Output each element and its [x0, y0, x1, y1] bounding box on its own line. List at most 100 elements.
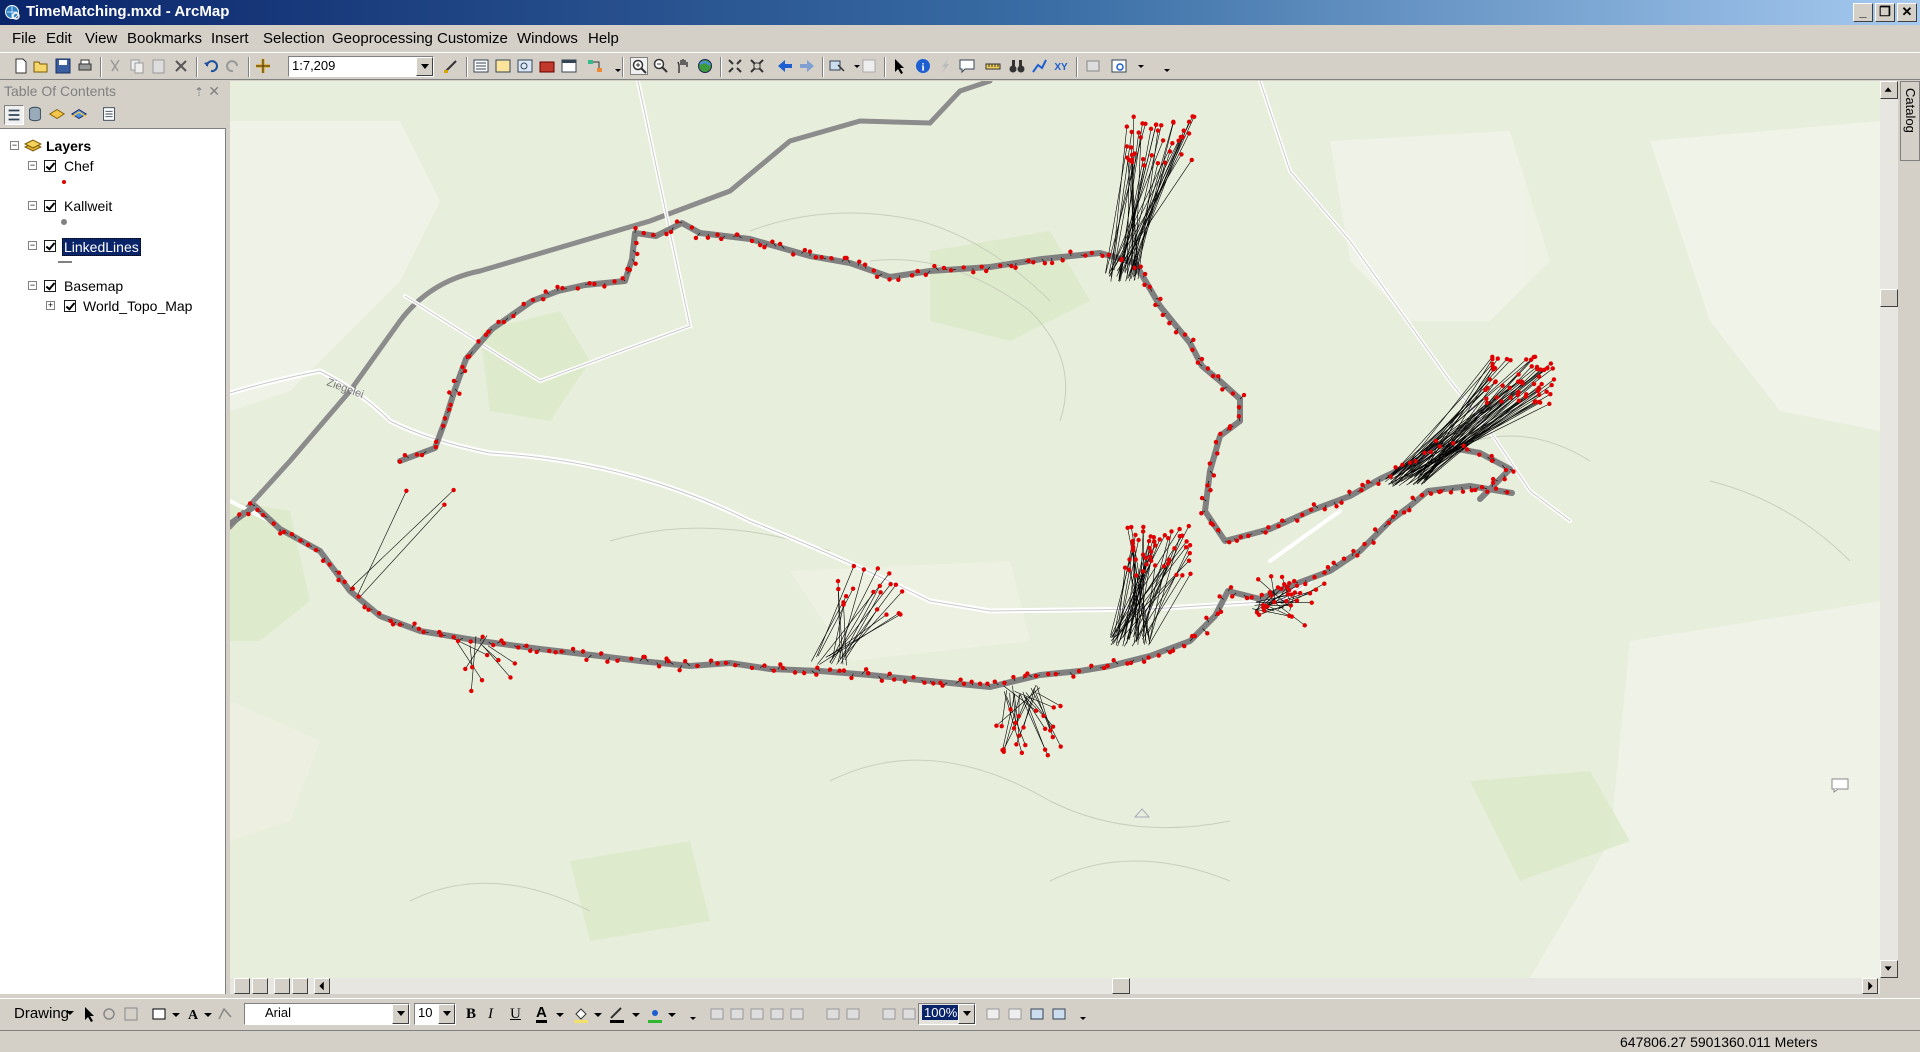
collapse-toggle[interactable]: −	[28, 241, 37, 250]
cut-icon[interactable]	[106, 57, 124, 75]
go-to-xy-icon[interactable]: XY	[1052, 57, 1070, 75]
chevron-down-icon[interactable]	[668, 1011, 676, 1019]
layer-visibility-checkbox[interactable]	[44, 280, 56, 292]
chevron-down-icon[interactable]	[392, 1004, 409, 1024]
menu-view[interactable]: View	[85, 30, 117, 47]
list-by-drawing-order-icon[interactable]	[4, 105, 24, 125]
change-layout-icon[interactable]	[1028, 1005, 1046, 1023]
chevron-down-icon[interactable]	[556, 1011, 564, 1019]
layer-kallweit[interactable]: Kallweit	[64, 198, 112, 214]
layout-view-icon[interactable]	[252, 978, 268, 994]
italic-button[interactable]: I	[488, 1006, 493, 1023]
horizontal-scroll-thumb[interactable]	[1112, 978, 1130, 994]
rectangle-icon[interactable]	[150, 1005, 168, 1023]
data-view-icon[interactable]	[234, 978, 250, 994]
map-scale-combo[interactable]: 1:7,209	[288, 56, 434, 77]
map-tips-icon[interactable]	[1830, 777, 1850, 793]
new-document-icon[interactable]	[12, 57, 30, 75]
rotate-icon[interactable]	[100, 1005, 118, 1023]
bold-button[interactable]: B	[466, 1006, 476, 1023]
refresh-view-icon[interactable]	[274, 978, 290, 994]
pin-icon[interactable]: ⇡	[194, 82, 204, 102]
fixed-zoom-out-layout-icon[interactable]	[844, 1005, 862, 1023]
menu-selection[interactable]: Selection	[263, 30, 325, 47]
arctoolbox-icon[interactable]	[538, 57, 556, 75]
catalog-window-icon[interactable]	[494, 57, 512, 75]
forward-arrow-icon[interactable]	[798, 57, 816, 75]
zoom-whole-page-icon[interactable]	[768, 1005, 786, 1023]
fixed-zoom-out-icon[interactable]	[748, 57, 766, 75]
full-extent-globe-icon[interactable]	[696, 57, 714, 75]
close-button[interactable]: ✕	[1897, 3, 1917, 22]
layers-root-label[interactable]: Layers	[46, 138, 91, 154]
new-text-icon[interactable]: A	[184, 1005, 202, 1023]
pan-hand-icon[interactable]	[674, 57, 692, 75]
list-by-selection-icon[interactable]	[70, 105, 90, 125]
font-name-combo[interactable]: Arial	[244, 1003, 410, 1025]
map-svg[interactable]: Ziegelei	[230, 81, 1880, 978]
collapse-toggle[interactable]: −	[28, 161, 37, 170]
save-icon[interactable]	[54, 57, 72, 75]
toolbar-overflow-icon[interactable]	[1158, 57, 1170, 75]
focus-data-frame-icon[interactable]	[1006, 1005, 1024, 1023]
find-route-icon[interactable]	[1030, 57, 1048, 75]
chevron-down-icon[interactable]	[438, 1004, 455, 1024]
chevron-down-icon[interactable]	[848, 57, 860, 75]
expand-toggle[interactable]: +	[46, 301, 55, 310]
zoom-out-layout-icon[interactable]	[728, 1005, 746, 1023]
catalog-side-tab[interactable]: Catalog	[1900, 81, 1920, 161]
edit-vertices-icon[interactable]	[216, 1005, 234, 1023]
time-slider-icon[interactable]	[1084, 57, 1102, 75]
drawing-menu[interactable]: Drawing	[14, 1005, 69, 1022]
map-vertical-scrollbar[interactable]	[1880, 81, 1898, 978]
scroll-down-arrow-icon[interactable]	[1880, 960, 1898, 978]
list-by-source-icon[interactable]	[26, 105, 46, 125]
copy-icon[interactable]	[128, 57, 146, 75]
menu-customize[interactable]: Customize	[437, 30, 508, 47]
select-features-icon[interactable]	[828, 57, 846, 75]
zoom-to-selected-elements-icon[interactable]	[122, 1005, 140, 1023]
underline-button[interactable]: U	[510, 1006, 521, 1023]
toolbar-overflow-icon[interactable]	[609, 57, 621, 75]
layer-world-topo-map[interactable]: World_Topo_Map	[83, 298, 192, 314]
table-of-contents-icon[interactable]	[472, 57, 490, 75]
menu-help[interactable]: Help	[588, 30, 619, 47]
search-window-icon[interactable]	[516, 57, 534, 75]
create-viewer-window-icon[interactable]	[1110, 57, 1128, 75]
font-size-combo[interactable]: 10	[414, 1003, 456, 1025]
menu-geoprocessing[interactable]: Geoprocessing	[332, 30, 433, 47]
toc-options-icon[interactable]	[100, 105, 120, 125]
fixed-zoom-in-icon[interactable]	[726, 57, 744, 75]
data-driven-pages-icon[interactable]	[1050, 1005, 1068, 1023]
chevron-down-icon[interactable]	[66, 1009, 74, 1017]
layout-zoom-combo[interactable]: 100%	[918, 1003, 976, 1025]
layer-chef[interactable]: Chef	[64, 158, 94, 174]
select-elements-arrow-icon[interactable]	[80, 1005, 98, 1023]
clear-selection-icon[interactable]	[860, 57, 878, 75]
collapse-toggle[interactable]: −	[28, 281, 37, 290]
fill-color-bucket-icon[interactable]	[572, 1005, 590, 1023]
marker-color-icon[interactable]	[646, 1005, 664, 1023]
collapse-toggle[interactable]: −	[28, 201, 37, 210]
go-forward-extent-icon[interactable]	[900, 1005, 918, 1023]
menu-bookmarks[interactable]: Bookmarks	[127, 30, 202, 47]
chevron-down-icon[interactable]	[1132, 57, 1144, 75]
pan-layout-icon[interactable]	[748, 1005, 766, 1023]
toolbar-overflow-icon[interactable]	[1074, 1005, 1086, 1023]
editor-toolbar-icon[interactable]	[442, 57, 460, 75]
model-builder-icon[interactable]	[586, 57, 604, 75]
paste-icon[interactable]	[150, 57, 168, 75]
chevron-down-icon[interactable]	[172, 1011, 180, 1019]
close-icon[interactable]: ✕	[208, 81, 220, 101]
maximize-button[interactable]: ❐	[1875, 3, 1895, 22]
toolbar-overflow-icon[interactable]	[684, 1005, 696, 1023]
fixed-zoom-in-layout-icon[interactable]	[824, 1005, 842, 1023]
line-color-pen-icon[interactable]	[608, 1005, 626, 1023]
find-binoculars-icon[interactable]	[1008, 57, 1026, 75]
vertical-scroll-thumb[interactable]	[1880, 289, 1898, 307]
pause-drawing-icon[interactable]	[292, 978, 308, 994]
print-icon[interactable]	[76, 57, 94, 75]
select-elements-arrow-icon[interactable]	[890, 57, 908, 75]
zoom-in-icon[interactable]	[630, 57, 648, 75]
html-popup-icon[interactable]	[958, 57, 976, 75]
